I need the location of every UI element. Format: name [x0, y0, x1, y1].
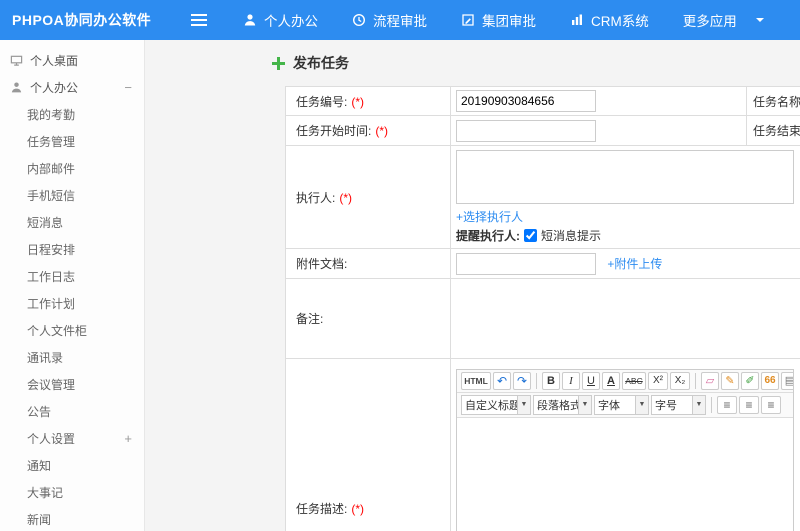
html-source-button[interactable]: HTML — [461, 371, 491, 390]
user-icon — [10, 81, 23, 94]
caret-down-icon: ▼ — [517, 395, 530, 414]
sidebar-item-work-log[interactable]: 工作日志 — [0, 263, 144, 290]
desktop-icon — [10, 54, 23, 67]
attachment-upload-link[interactable]: +附件上传 — [607, 255, 662, 272]
sidebar-item-personal-office[interactable]: 个人办公 − — [0, 74, 144, 101]
sidebar-item-internal-mail[interactable]: 内部邮件 — [0, 155, 144, 182]
nav-more-apps[interactable]: 更多应用 — [666, 0, 781, 40]
rich-text-editor: HTML ↶ ↷ B I U A ABC X² X₂ ▱ ✎ ✐ 66 自定义标… — [456, 368, 794, 531]
plus-icon — [272, 56, 285, 70]
nav-crm[interactable]: CRM系统 — [553, 0, 666, 40]
font-size-dropdown[interactable]: 字号 ▼ — [651, 394, 706, 415]
editor-toolbar-row1: HTML ↶ ↷ B I U A ABC X² X₂ ▱ ✎ ✐ 66 — [457, 369, 793, 393]
user-icon — [243, 13, 257, 27]
top-header: PHPOA协同办公软件 个人办公 流程审批 集团审批 CRM系统 更多应用 — [0, 0, 800, 40]
choose-executor-link[interactable]: +选择执行人 — [456, 208, 523, 225]
task-no-label: 任务编号: — [296, 94, 348, 109]
sidebar-item-task-management[interactable]: 任务管理 — [0, 128, 144, 155]
sidebar: 个人桌面 个人办公 − 我的考勤 任务管理 内部邮件 手机短信 短消息 日程安排… — [0, 40, 145, 531]
sidebar-item-short-message[interactable]: 短消息 — [0, 209, 144, 236]
sidebar-item-notice[interactable]: 通知 — [0, 452, 144, 479]
task-name-label: 任务名称: — [753, 94, 800, 109]
chart-icon — [570, 13, 584, 27]
align-left-button[interactable]: ≡ — [717, 395, 737, 414]
end-time-label: 任务结束时间: — [753, 124, 800, 138]
font-family-dropdown[interactable]: 字体 ▼ — [594, 394, 649, 415]
list-button[interactable]: ▤ — [781, 371, 793, 390]
caret-down-icon: ▼ — [578, 395, 591, 414]
underline-button[interactable]: U — [582, 371, 600, 390]
collapse-icon[interactable]: − — [124, 80, 132, 95]
menu-toggle-icon[interactable] — [178, 0, 220, 40]
redo-button[interactable]: ↷ — [513, 371, 531, 390]
sidebar-item-news[interactable]: 新闻 — [0, 506, 144, 531]
superscript-button[interactable]: X² — [648, 371, 668, 390]
toolbar-separator — [695, 372, 696, 389]
sidebar-item-personal-settings[interactable]: 个人设置 + — [0, 425, 144, 452]
start-time-label: 任务开始时间: — [296, 124, 372, 138]
font-button[interactable]: A — [602, 371, 620, 390]
editor-content-area[interactable] — [457, 417, 793, 531]
caret-down-icon: ▼ — [692, 395, 705, 414]
sidebar-item-my-attendance[interactable]: 我的考勤 — [0, 101, 144, 128]
nav-personal-office[interactable]: 个人办公 — [226, 0, 335, 40]
expand-icon[interactable]: + — [124, 431, 132, 446]
remove-format-button[interactable]: ▱ — [701, 371, 719, 390]
required-mark: (*) — [351, 502, 365, 516]
caret-down-icon — [755, 18, 764, 26]
required-mark: (*) — [339, 190, 353, 205]
sidebar-item-schedule[interactable]: 日程安排 — [0, 236, 144, 263]
custom-title-dropdown[interactable]: 自定义标题 ▼ — [461, 394, 531, 415]
subscript-button[interactable]: X₂ — [670, 371, 690, 390]
edit-icon — [461, 13, 475, 27]
remark-label: 备注: — [296, 312, 324, 326]
start-time-input[interactable] — [456, 119, 596, 142]
app-logo: PHPOA协同办公软件 — [12, 12, 152, 28]
bold-button[interactable]: B — [542, 371, 560, 390]
top-nav: 个人办公 流程审批 集团审批 CRM系统 更多应用 — [226, 0, 781, 40]
format-painter-button[interactable]: ✎ — [721, 371, 739, 390]
attachment-input[interactable] — [456, 252, 596, 275]
blockquote-button[interactable]: 66 — [761, 371, 779, 390]
description-label: 任务描述: — [296, 502, 348, 516]
highlight-button[interactable]: ✐ — [741, 371, 759, 390]
nav-group-approval[interactable]: 集团审批 — [444, 0, 553, 40]
paragraph-format-dropdown[interactable]: 段落格式 ▼ — [533, 394, 592, 415]
strikethrough-button[interactable]: ABC — [622, 371, 646, 390]
remind-label: 提醒执行人: — [456, 229, 520, 243]
editor-toolbar-row2: 自定义标题 ▼ 段落格式 ▼ 字体 ▼ 字号 ▼ ≡ ≡ ≡ — [457, 392, 793, 418]
attachment-label: 附件文档: — [296, 257, 348, 271]
toolbar-separator — [711, 396, 712, 413]
nav-process-approval[interactable]: 流程审批 — [335, 0, 444, 40]
caret-down-icon: ▼ — [635, 395, 648, 414]
page-title: 发布任务 — [272, 53, 349, 73]
sidebar-item-work-plan[interactable]: 工作计划 — [0, 290, 144, 317]
sms-remind-label: 短消息提示 — [541, 229, 602, 243]
sidebar-item-personal-desktop[interactable]: 个人桌面 — [0, 47, 144, 74]
clock-icon — [352, 13, 366, 27]
undo-button[interactable]: ↶ — [493, 371, 511, 390]
publish-task-form: 任务编号:(*) 任务名称:(*) 任务开始时间:(*) 任务结束时间:(*) … — [285, 86, 800, 531]
sidebar-item-contacts[interactable]: 通讯录 — [0, 344, 144, 371]
italic-button[interactable]: I — [562, 371, 580, 390]
align-center-button[interactable]: ≡ — [739, 395, 759, 414]
required-mark: (*) — [351, 94, 365, 109]
executor-label: 执行人: — [296, 190, 336, 205]
executor-textarea[interactable] — [456, 150, 794, 204]
sidebar-item-announcement[interactable]: 公告 — [0, 398, 144, 425]
align-right-button[interactable]: ≡ — [761, 395, 781, 414]
sidebar-item-events[interactable]: 大事记 — [0, 479, 144, 506]
sms-remind-checkbox[interactable] — [524, 229, 537, 242]
sidebar-item-file-cabinet[interactable]: 个人文件柜 — [0, 317, 144, 344]
toolbar-separator — [536, 372, 537, 389]
sidebar-item-meeting[interactable]: 会议管理 — [0, 371, 144, 398]
page-title-text: 发布任务 — [293, 55, 349, 71]
remark-area[interactable] — [450, 278, 800, 359]
required-mark: (*) — [375, 124, 389, 138]
main-content: 发布任务 任务编号:(*) 任务名称:(*) 任务开始时间:(*) 任务结束时间… — [145, 40, 800, 531]
sidebar-item-mobile-sms[interactable]: 手机短信 — [0, 182, 144, 209]
task-no-input[interactable] — [456, 90, 596, 112]
